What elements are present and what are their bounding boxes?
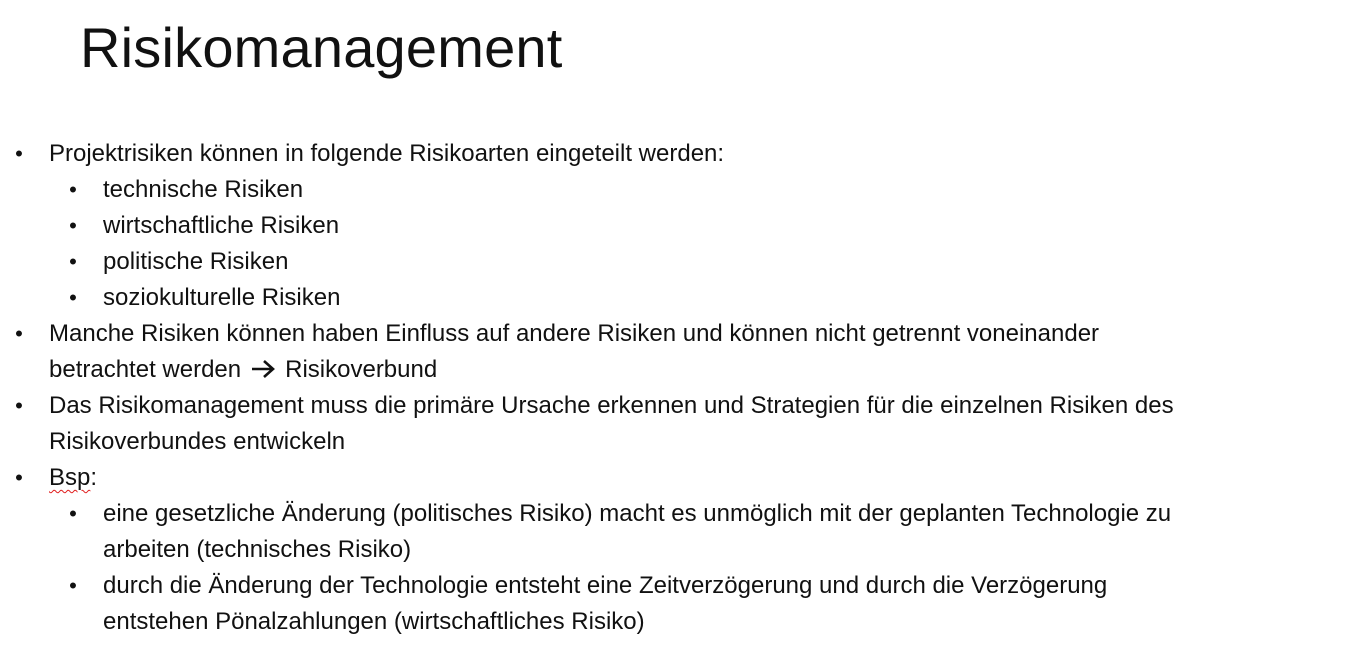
bullet-text-line1: Das Risikomanagement muss die primäre Ur…	[49, 392, 1174, 419]
bullet-text-line2: Risikoverbundes entwickeln	[49, 428, 346, 455]
bullet-text: soziokulturelle Risiken	[103, 284, 341, 311]
sub-bullet-item-political: • politische Risiken	[0, 244, 1355, 280]
bullet-text-suffix: :	[90, 464, 98, 491]
bullet-text-line2: entstehen Pönalzahlungen (wirtschaftlich…	[103, 608, 645, 635]
bullet-text: technische Risiken	[103, 176, 304, 203]
bullet-icon: •	[69, 177, 77, 202]
bullet-icon: •	[15, 465, 23, 490]
sub-bullet-item-example-legal-change-cont: arbeiten (technisches Risiko)	[0, 532, 1355, 568]
bullet-item-risk-interdependence: • Manche Risiken können haben Einfluss a…	[0, 316, 1355, 352]
sub-bullet-item-sociocultural: • soziokulturelle Risiken	[0, 280, 1355, 316]
bullet-text-line1: Manche Risiken können haben Einfluss auf…	[49, 320, 1100, 347]
bullet-item-risk-management-strategy: • Das Risikomanagement muss die primäre …	[0, 388, 1355, 424]
bullet-text-line1: durch die Änderung der Technologie entst…	[103, 572, 1108, 599]
right-arrow-icon	[252, 360, 276, 378]
bullet-item-risk-interdependence-cont: betrachtet werden Risikoverbund	[0, 352, 1355, 388]
bullet-icon: •	[69, 573, 77, 598]
bullet-icon: •	[69, 501, 77, 526]
bullet-item-risk-types: • Projektrisiken können in folgende Risi…	[0, 136, 1355, 172]
spellcheck-word: Bsp	[49, 464, 91, 491]
bullet-icon: •	[15, 141, 23, 166]
sub-bullet-item-example-legal-change: • eine gesetzliche Änderung (politisches…	[0, 496, 1355, 532]
bullet-text: wirtschaftliche Risiken	[103, 212, 340, 239]
sub-bullet-item-example-delay-cont: entstehen Pönalzahlungen (wirtschaftlich…	[0, 604, 1355, 640]
bullet-text-before-arrow: betrachtet werden	[49, 356, 242, 383]
bullet-text-line2: betrachtet werden Risikoverbund	[49, 352, 437, 388]
bullet-item-example: • Bsp:	[0, 460, 1355, 496]
bullet-icon: •	[15, 321, 23, 346]
bullet-icon: •	[69, 249, 77, 274]
sub-bullet-item-economic: • wirtschaftliche Risiken	[0, 208, 1355, 244]
bullet-text-after-arrow: Risikoverbund	[285, 356, 438, 383]
bullet-text: Projektrisiken können in folgende Risiko…	[49, 140, 725, 167]
bullet-text: Bsp:	[49, 460, 97, 496]
sub-bullet-item-technical: • technische Risiken	[0, 172, 1355, 208]
sub-bullet-item-example-delay: • durch die Änderung der Technologie ent…	[0, 568, 1355, 604]
bullet-icon: •	[69, 213, 77, 238]
bullet-item-risk-management-strategy-cont: Risikoverbundes entwickeln	[0, 424, 1355, 460]
bullet-text-line1: eine gesetzliche Änderung (politisches R…	[103, 500, 1172, 527]
bullet-icon: •	[69, 285, 77, 310]
bullet-text: politische Risiken	[103, 248, 289, 275]
slide-title: Risikomanagement	[80, 16, 563, 79]
bullet-text-line2: arbeiten (technisches Risiko)	[103, 536, 412, 563]
bullet-list: • Projektrisiken können in folgende Risi…	[0, 136, 1355, 640]
bullet-icon: •	[15, 393, 23, 418]
